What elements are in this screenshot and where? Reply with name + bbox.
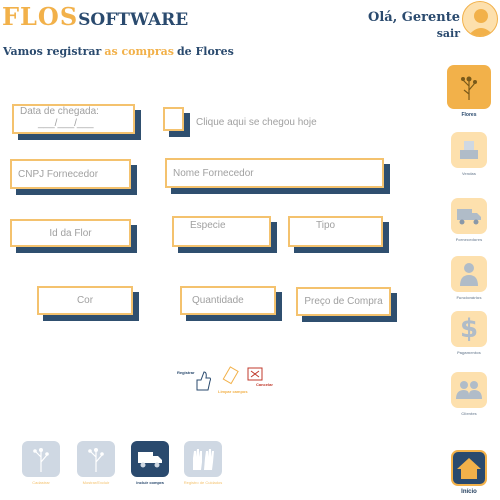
bottom-icon-box (184, 441, 222, 477)
arrival-date-field[interactable]: Data de chegada: ___/___/___ (12, 104, 135, 134)
page-headline: Vamos registrar as compras de Flores (3, 45, 234, 58)
bottom-nav-show-delete[interactable]: Mostrar/Excluir (76, 441, 116, 485)
sidebar-icon-box: $ (451, 311, 487, 347)
sidebar-item-employees[interactable]: Funcionários (447, 256, 491, 300)
sidebar-item-flowers[interactable]: Flores (447, 65, 491, 118)
clear-fields-button[interactable]: Limpar campos (216, 364, 248, 396)
species-placeholder: Especie (190, 220, 226, 231)
arrived-today-checkbox[interactable] (163, 107, 184, 131)
headline-suffix: de Flores (176, 45, 234, 58)
greeting-text: Olá, Gerente (368, 10, 460, 25)
quantity-field[interactable]: Quantidade (180, 286, 276, 315)
bottom-nav-care-log[interactable]: Registro de Cuidados (183, 441, 223, 485)
avatar[interactable] (462, 1, 498, 37)
sidebar-label-clients: Clientes (461, 411, 477, 416)
flower-icon (33, 448, 49, 472)
user-greeting: Olá, Gerente sair (368, 10, 460, 42)
bottom-icon-box (77, 441, 115, 477)
cancel-label: Cancelar (256, 382, 273, 387)
cnpj-field[interactable]: CNPJ Fornecedor (10, 159, 131, 189)
sidebar-item-suppliers[interactable]: Fornecedores (447, 198, 491, 242)
flower-icon (461, 76, 477, 100)
sidebar-icon-box (451, 372, 487, 408)
purchase-price-field[interactable]: Preço de Compra (296, 287, 391, 316)
quantity-placeholder: Quantidade (192, 295, 244, 306)
flower-icon (88, 448, 104, 472)
type-field[interactable]: Tipo (288, 216, 383, 247)
sidebar-icon-box (451, 256, 487, 292)
sidebar-item-home[interactable]: Início (447, 450, 491, 495)
thumbs-up-icon (196, 371, 211, 391)
bottom-icon-box (22, 441, 60, 477)
bottom-label-care-log: Registro de Cuidados (183, 480, 223, 485)
bottom-label-add-purchase: Incluir compra (136, 480, 164, 485)
cancel-icon (247, 367, 263, 381)
species-field[interactable]: Especie (172, 216, 271, 247)
register-button[interactable]: Registrar (176, 364, 212, 394)
bottom-nav-add-purchase[interactable]: Incluir compra (130, 441, 170, 485)
employee-icon (460, 263, 478, 286)
brand-part1: FLOS (2, 2, 79, 31)
bottom-icon-box (131, 441, 169, 477)
supplier-name-placeholder: Nome Fornecedor (173, 167, 254, 179)
sidebar-icon-box (447, 65, 491, 109)
bottom-label-register: Cadastrar (32, 480, 50, 485)
form-actions: Registrar Limpar campos Cancelar (176, 364, 276, 400)
dollar-icon: $ (459, 314, 479, 344)
truck-icon (138, 452, 162, 468)
home-icon (457, 458, 481, 479)
arrival-date-label: Data de chegada: (20, 106, 99, 117)
cancel-button[interactable]: Cancelar (246, 364, 276, 394)
sidebar-item-payments[interactable]: $ Pagamentos (447, 311, 491, 355)
brand-part2: SOFTWARE (78, 10, 189, 30)
sidebar-item-clients[interactable]: Clientes (447, 372, 491, 416)
eraser-icon (222, 366, 239, 385)
sidebar-label-suppliers: Fornecedores (455, 237, 483, 242)
sidebar-item-sales[interactable]: Vendas (447, 132, 491, 176)
register-label: Registrar (177, 370, 195, 375)
sidebar-label-flowers: Flores (461, 112, 477, 118)
supplier-name-field[interactable]: Nome Fornecedor (165, 158, 384, 188)
logout-link[interactable]: sair (368, 26, 460, 42)
sidebar-icon-box (451, 198, 487, 234)
gloves-icon (193, 449, 214, 470)
sidebar-label-home: Início (461, 489, 477, 495)
arrived-today-label: Clique aqui se chegou hoje (196, 117, 317, 128)
purchase-price-placeholder: Preço de Compra (304, 296, 383, 307)
clients-icon (456, 381, 482, 399)
truck-icon (457, 209, 481, 225)
headline-prefix: Vamos registrar (3, 45, 102, 58)
bottom-nav-register[interactable]: Cadastrar (21, 441, 61, 485)
bottom-label-show-delete: Mostrar/Excluir (82, 480, 110, 485)
sidebar-label-sales: Vendas (461, 171, 476, 176)
arrival-date-mask: ___/___/___ (38, 118, 94, 129)
sidebar-label-payments: Pagamentos (457, 350, 481, 355)
cnpj-placeholder: CNPJ Fornecedor (18, 168, 99, 180)
sidebar-label-employees: Funcionários (456, 295, 482, 300)
brand-logo: FLOSSOFTWARE (2, 2, 188, 31)
flower-id-placeholder: Id da Flor (49, 227, 92, 239)
flower-id-field[interactable]: Id da Flor (10, 219, 131, 247)
sales-icon (460, 141, 478, 159)
color-placeholder: Cor (76, 295, 94, 306)
color-field[interactable]: Cor (37, 286, 133, 315)
headline-highlight: as compras (104, 45, 174, 58)
sidebar-icon-box (451, 450, 487, 486)
user-icon (468, 9, 494, 36)
sidebar-icon-box (451, 132, 487, 168)
type-placeholder: Tipo (316, 220, 336, 231)
clear-fields-label: Limpar campos (218, 389, 248, 394)
